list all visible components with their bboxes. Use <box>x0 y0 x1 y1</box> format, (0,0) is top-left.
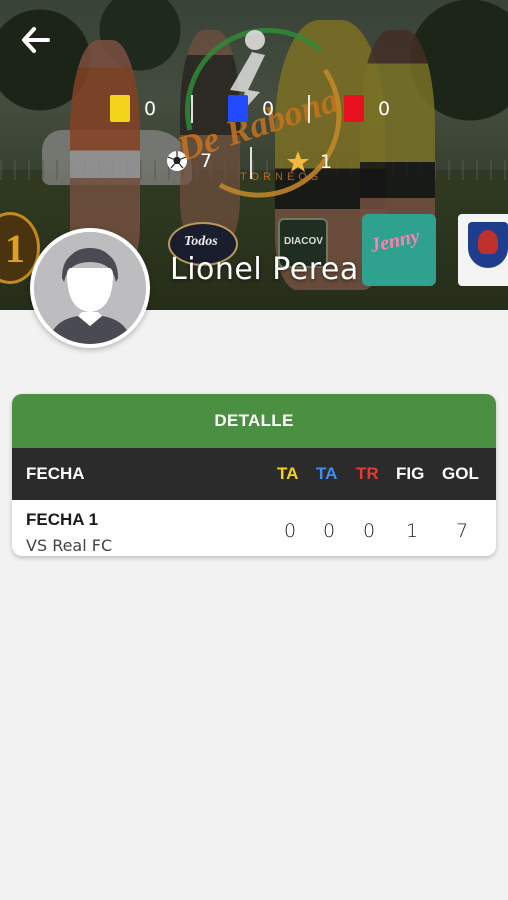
match-fecha: FECHA 1 <box>26 510 99 529</box>
match-blue-cards: 0 <box>322 520 336 542</box>
divider <box>250 147 252 179</box>
divider <box>191 95 193 123</box>
mvp-stat: 1 <box>286 150 332 174</box>
detail-title: DETALLE <box>214 411 294 430</box>
player-name: Lionel Perea <box>170 252 359 287</box>
soccer-ball-icon <box>167 151 187 171</box>
table-row[interactable]: FECHA 1 VS Real FC 0 0 0 1 7 <box>12 500 496 556</box>
match-fig: 1 <box>405 520 419 542</box>
back-button[interactable] <box>20 24 52 56</box>
arrow-left-icon <box>22 27 50 53</box>
column-header-red-card: TR <box>356 464 379 483</box>
red-card-count: 0 <box>378 97 391 120</box>
match-red-cards: 0 <box>362 520 376 542</box>
yellow-card-icon <box>110 95 130 122</box>
goals-count: 7 <box>200 150 213 172</box>
detail-header: DETALLE <box>12 394 496 448</box>
blue-card-icon <box>228 95 248 122</box>
sponsor-logo <box>458 214 508 286</box>
detail-card: DETALLE FECHA TA TA TR FIG GOL FECHA 1 V… <box>12 394 496 556</box>
blue-card-count: 0 <box>262 97 275 120</box>
column-header-gol: GOL <box>442 464 479 483</box>
goals-stat: 7 <box>166 150 212 172</box>
table-header: FECHA TA TA TR FIG GOL <box>12 448 496 500</box>
yellow-card-count: 0 <box>144 97 157 120</box>
mvp-count: 1 <box>320 151 333 173</box>
match-rival: VS Real FC <box>26 536 113 555</box>
avatar <box>30 228 150 348</box>
divider <box>308 95 310 123</box>
match-yellow-cards: 0 <box>283 520 297 542</box>
match-goals: 7 <box>455 520 469 542</box>
star-icon <box>287 151 309 172</box>
yellow-card-stat: 0 <box>110 95 156 122</box>
column-header-yellow-card: TA <box>277 464 299 483</box>
default-avatar-icon <box>34 232 146 344</box>
red-card-stat: 0 <box>344 95 390 122</box>
column-header-fecha: FECHA <box>26 464 85 483</box>
red-card-icon <box>344 95 364 122</box>
column-header-fig: FIG <box>396 464 425 483</box>
column-header-blue-card: TA <box>316 464 338 483</box>
sponsor-logo: Jenny <box>362 214 436 286</box>
blue-card-stat: 0 <box>228 95 274 122</box>
